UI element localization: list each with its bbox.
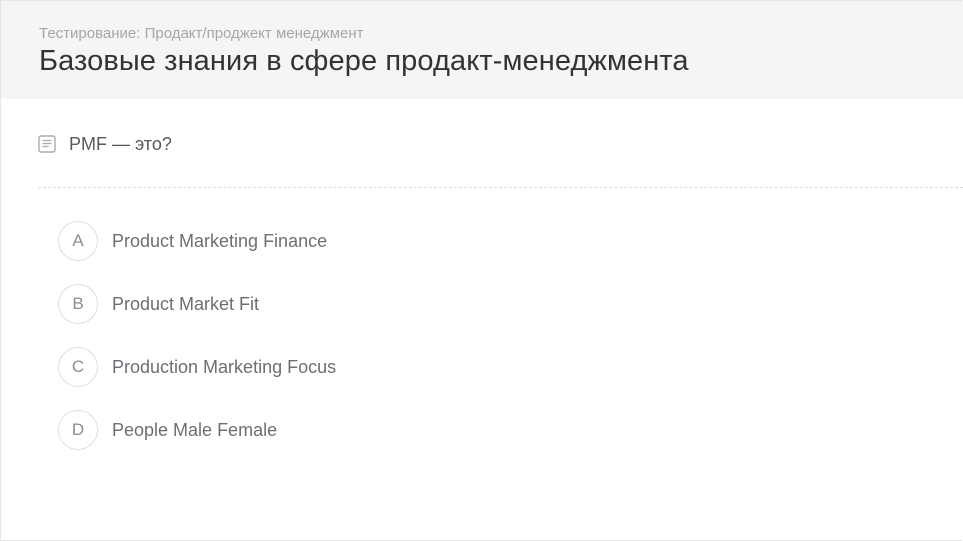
question-text: PMF — это? [69,133,172,154]
answer-option-a[interactable]: A Product Marketing Finance [58,221,327,261]
option-letter-b: B [58,284,98,324]
option-letter-a: A [58,221,98,261]
option-letter-c: C [58,347,98,387]
answer-option-d[interactable]: D People Male Female [58,410,277,450]
option-label-b: Product Market Fit [112,293,260,314]
option-label-a: Product Marketing Finance [112,230,328,251]
page-title: Базовые знания в сфере продакт-менеджмен… [39,45,689,77]
option-letter-d: D [58,410,98,450]
question: PMF — это? [38,130,172,158]
page-header: Тестирование: Продакт/проджект менеджмен… [1,1,963,99]
option-label-c: Production Marketing Focus [112,356,337,377]
breadcrumb[interactable]: Тестирование: Продакт/проджект менеджмен… [39,25,364,42]
divider [38,187,963,188]
answer-option-b[interactable]: B Product Market Fit [58,284,259,324]
document-icon [38,135,56,153]
option-label-d: People Male Female [112,419,278,440]
answer-option-c[interactable]: C Production Marketing Focus [58,347,336,387]
